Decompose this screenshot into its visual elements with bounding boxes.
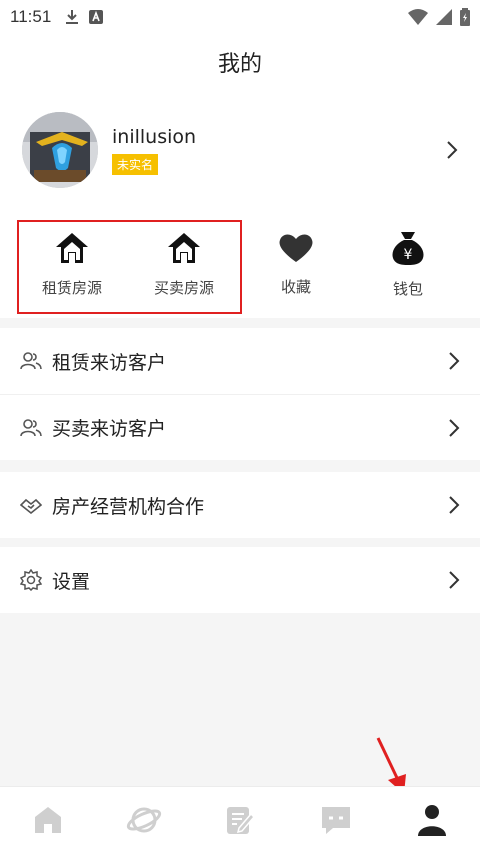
quick-item-wallet[interactable]: ¥ 钱包	[352, 210, 464, 318]
quick-item-rental-listings[interactable]: 租赁房源	[16, 210, 128, 318]
menu-item-sale-visitors[interactable]: 买卖来访客户	[0, 394, 480, 460]
discover-tab[interactable]	[96, 787, 192, 853]
app-notification-icon	[89, 10, 104, 24]
chevron-right-icon	[449, 496, 460, 514]
heart-icon	[279, 234, 313, 262]
verification-badge: 未实名	[112, 153, 159, 175]
menu-item-label: 设置	[52, 570, 91, 593]
quick-item-favorites[interactable]: 收藏	[240, 210, 352, 318]
home-tab-icon	[35, 807, 61, 833]
quick-item-sale-listings[interactable]: 买卖房源	[128, 210, 240, 318]
house-icon	[168, 232, 200, 263]
status-time: 11:51	[10, 7, 52, 26]
chevron-right-icon	[449, 352, 460, 370]
bottom-tab-bar	[0, 786, 480, 853]
menu-group-visitors: 租赁来访客户 买卖来访客户	[0, 328, 480, 460]
quick-item-label: 钱包	[392, 279, 423, 298]
person-icon	[418, 805, 446, 836]
menu-item-label: 买卖来访客户	[52, 418, 167, 440]
wifi-icon	[408, 9, 428, 25]
menu-group-cooperation: 房产经营机构合作	[0, 472, 480, 538]
header: 我的	[0, 34, 480, 90]
chevron-right-icon	[449, 418, 460, 437]
menu-item-label: 租赁来访客户	[52, 351, 167, 374]
battery-icon	[460, 8, 470, 26]
gear-icon	[20, 569, 42, 591]
download-icon	[66, 10, 79, 24]
page-title: 我的	[217, 52, 262, 77]
menu-item-settings[interactable]: 设置	[0, 547, 480, 613]
publish-tab[interactable]	[192, 787, 288, 853]
quick-actions: 租赁房源 买卖房源 收藏 ¥ 钱包	[0, 210, 480, 318]
edit-icon	[227, 807, 255, 834]
planet-icon	[126, 807, 162, 833]
users-icon	[20, 418, 42, 436]
handshake-icon	[20, 498, 42, 514]
chevron-right-icon	[449, 571, 460, 589]
quick-item-label: 买卖房源	[153, 278, 214, 297]
signal-icon	[436, 9, 452, 25]
menu-item-rental-visitors[interactable]: 租赁来访客户	[0, 328, 480, 394]
house-icon	[56, 232, 88, 263]
users-icon	[20, 352, 42, 370]
chevron-right-icon[interactable]	[446, 140, 458, 160]
status-bar: 11:51	[0, 0, 480, 34]
home-tab[interactable]	[0, 787, 96, 853]
quick-item-label: 租赁房源	[41, 278, 102, 297]
menu-item-label: 房产经营机构合作	[52, 495, 205, 518]
money-bag-icon: ¥	[392, 231, 424, 265]
profile-card[interactable]: inillusion 未实名	[0, 90, 480, 210]
svg-text:¥: ¥	[404, 247, 413, 263]
messages-tab[interactable]	[288, 787, 384, 853]
profile-tab[interactable]	[384, 787, 480, 853]
chat-icon	[322, 807, 350, 834]
menu-item-agency-cooperation[interactable]: 房产经营机构合作	[0, 472, 480, 538]
username: inillusion	[112, 125, 197, 148]
menu-group-settings: 设置	[0, 547, 480, 613]
quick-item-label: 收藏	[280, 277, 311, 296]
avatar[interactable]	[22, 112, 98, 188]
